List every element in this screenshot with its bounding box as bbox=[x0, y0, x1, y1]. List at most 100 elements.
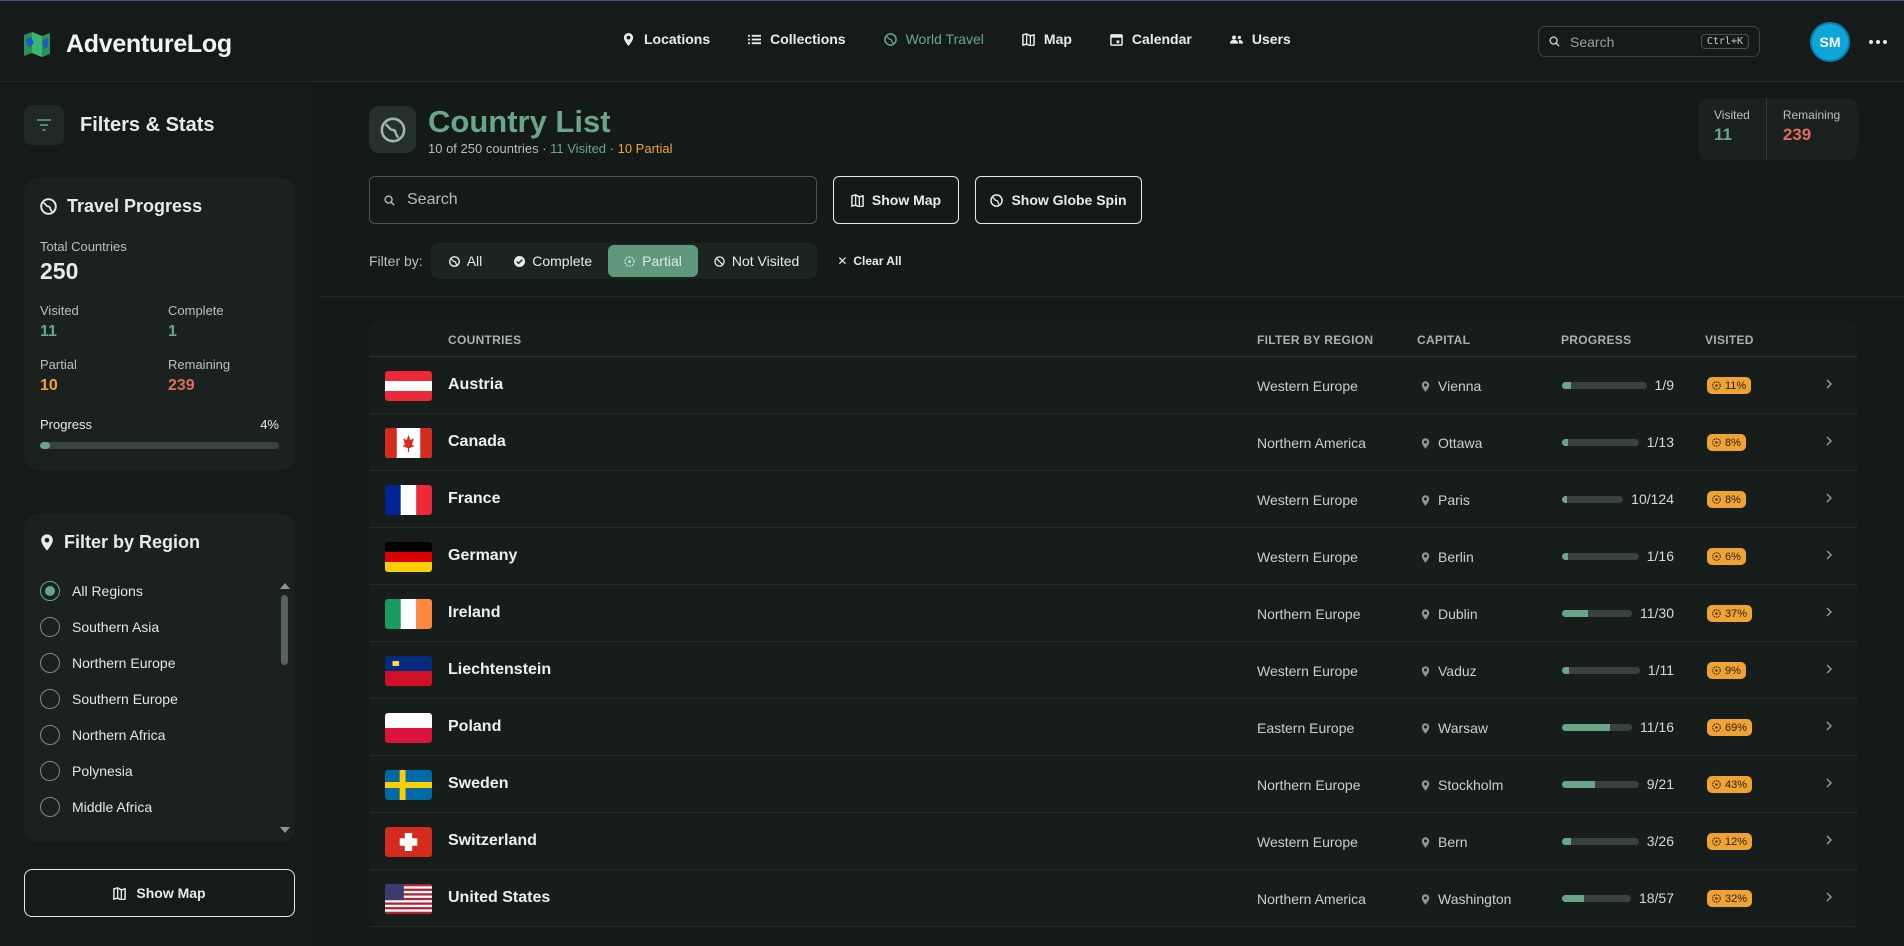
sidebar-show-map-button[interactable]: Show Map bbox=[24, 869, 295, 917]
radio-button[interactable] bbox=[40, 689, 60, 709]
show-map-button[interactable]: Show Map bbox=[833, 176, 959, 224]
nav-calendar[interactable]: Calendar bbox=[1110, 31, 1192, 47]
country-name[interactable]: Sweden bbox=[448, 775, 508, 793]
list-icon bbox=[748, 34, 762, 44]
radio-button[interactable] bbox=[40, 761, 60, 781]
column-header-capital[interactable]: CAPITAL bbox=[1417, 333, 1470, 347]
filter-not-visited-button[interactable]: Not Visited bbox=[698, 245, 815, 277]
column-header-countries[interactable]: COUNTRIES bbox=[448, 333, 521, 347]
overall-progress-bar bbox=[40, 442, 279, 449]
chevron-right-icon[interactable] bbox=[1825, 663, 1833, 675]
radio-button[interactable] bbox=[40, 581, 60, 601]
region-option-northern-africa[interactable]: Northern Africa bbox=[40, 717, 279, 753]
region-option-southern-asia[interactable]: Southern Asia bbox=[40, 609, 279, 645]
user-avatar[interactable]: SM bbox=[1810, 22, 1850, 62]
table-row[interactable]: United States Northern America Washington 1… bbox=[369, 870, 1857, 927]
country-name[interactable]: United States bbox=[448, 889, 550, 907]
country-name[interactable]: Germany bbox=[448, 547, 517, 565]
calendar-icon bbox=[1110, 33, 1123, 46]
nav-world-travel[interactable]: World Travel bbox=[883, 31, 984, 47]
flag-germany bbox=[385, 542, 432, 572]
nav-users[interactable]: Users bbox=[1229, 31, 1291, 47]
progress-row: Progress 4% bbox=[40, 417, 279, 432]
region-option-middle-africa[interactable]: Middle Africa bbox=[40, 789, 279, 825]
clear-all-button[interactable]: ✕ Clear All bbox=[837, 254, 901, 268]
region-option-northern-europe[interactable]: Northern Europe bbox=[40, 645, 279, 681]
table-row[interactable]: Switzerland Western Europe Bern 3/26 12% bbox=[369, 813, 1857, 870]
filter-toggle-button[interactable] bbox=[24, 105, 64, 145]
chevron-right-icon[interactable] bbox=[1825, 777, 1833, 789]
progress-bar bbox=[1562, 894, 1631, 902]
show-globe-spin-button[interactable]: Show Globe Spin bbox=[975, 176, 1142, 224]
country-name[interactable]: Canada bbox=[448, 433, 506, 451]
country-capital: Stockholm bbox=[1421, 777, 1503, 793]
nav-map[interactable]: Map bbox=[1022, 31, 1072, 47]
region-option-polynesia[interactable]: Polynesia bbox=[40, 753, 279, 789]
country-name[interactable]: Poland bbox=[448, 718, 501, 736]
progress-count: 1/11 bbox=[1647, 662, 1674, 678]
chevron-right-icon[interactable] bbox=[1825, 435, 1833, 447]
scroll-up-arrow-icon[interactable] bbox=[280, 583, 290, 589]
chevron-right-icon[interactable] bbox=[1825, 549, 1833, 561]
flag-sweden bbox=[385, 770, 432, 800]
country-name[interactable]: France bbox=[448, 490, 500, 508]
table-row[interactable]: Poland Eastern Europe Warsaw 11/16 69% bbox=[369, 699, 1857, 756]
progress-count: 11/16 bbox=[1640, 719, 1674, 735]
country-region: Eastern Europe bbox=[1257, 720, 1355, 736]
table-row[interactable]: France Western Europe Paris 10/124 8% bbox=[369, 471, 1857, 528]
progress-count: 1/16 bbox=[1646, 548, 1674, 564]
table-row[interactable]: Austria Western Europe Vienna 1/9 11% bbox=[369, 357, 1857, 414]
nav-collections[interactable]: Collections bbox=[748, 31, 846, 47]
filter-all-button[interactable]: All bbox=[433, 245, 499, 277]
country-region: Western Europe bbox=[1257, 378, 1358, 394]
chevron-right-icon[interactable] bbox=[1825, 492, 1833, 504]
more-menu-button[interactable] bbox=[1864, 29, 1892, 55]
region-scrollbar[interactable] bbox=[280, 583, 290, 833]
table-row[interactable]: Ireland Northern Europe Dublin 11/30 37% bbox=[369, 585, 1857, 642]
progress-bar bbox=[1562, 438, 1639, 446]
chevron-right-icon[interactable] bbox=[1825, 378, 1833, 390]
chevron-right-icon[interactable] bbox=[1825, 720, 1833, 732]
radio-button[interactable] bbox=[40, 617, 60, 637]
filter-complete-button[interactable]: Complete bbox=[498, 245, 608, 277]
table-row[interactable]: Canada Northern America Ottawa 1/13 8% bbox=[369, 414, 1857, 471]
page-subtitle: 10 of 250 countries · 11 Visited · 10 Pa… bbox=[428, 141, 673, 156]
scroll-down-arrow-icon[interactable] bbox=[280, 827, 290, 833]
flag-france bbox=[385, 485, 432, 515]
partial-circle-icon bbox=[1712, 609, 1721, 618]
country-search-input[interactable]: Search bbox=[369, 176, 817, 224]
country-name[interactable]: Ireland bbox=[448, 604, 500, 622]
adventurelog-logo-icon bbox=[24, 32, 50, 57]
table-row[interactable]: Sweden Northern Europe Stockholm 9/21 43% bbox=[369, 756, 1857, 813]
nav-locations[interactable]: Locations bbox=[622, 31, 710, 47]
radio-button[interactable] bbox=[40, 725, 60, 745]
visited-percent-badge: 11% bbox=[1707, 377, 1752, 394]
column-header-visited[interactable]: VISITED bbox=[1705, 333, 1754, 347]
travel-progress-card: Travel Progress Total Countries 250 Visi… bbox=[24, 178, 295, 470]
chevron-right-icon[interactable] bbox=[1825, 891, 1833, 903]
table-row[interactable]: Liechtenstein Western Europe Vaduz 1/11 9% bbox=[369, 642, 1857, 699]
page-globe-badge bbox=[369, 106, 416, 153]
progress-count: 18/57 bbox=[1638, 890, 1674, 906]
brand[interactable]: AdventureLog bbox=[22, 29, 232, 59]
radio-button[interactable] bbox=[40, 653, 60, 673]
radio-button[interactable] bbox=[40, 797, 60, 817]
filter-lines-icon bbox=[37, 119, 51, 131]
chevron-right-icon[interactable] bbox=[1825, 834, 1833, 846]
filter-partial-button[interactable]: Partial bbox=[608, 245, 698, 277]
summary-stats: Visited 11 Remaining 239 bbox=[1698, 98, 1858, 160]
country-name[interactable]: Switzerland bbox=[448, 832, 537, 850]
country-name[interactable]: Liechtenstein bbox=[448, 661, 551, 679]
region-option-all-regions[interactable]: All Regions bbox=[40, 573, 279, 609]
chevron-right-icon[interactable] bbox=[1825, 606, 1833, 618]
global-search-input[interactable]: Search Ctrl+K bbox=[1538, 26, 1760, 57]
flag-liechtenstein bbox=[385, 656, 432, 686]
country-name[interactable]: Austria bbox=[448, 376, 503, 394]
column-header-progress[interactable]: PROGRESS bbox=[1561, 333, 1631, 347]
table-row[interactable]: Germany Western Europe Berlin 1/16 6% bbox=[369, 528, 1857, 585]
filters-header: Filters & Stats bbox=[24, 105, 214, 145]
column-header-region[interactable]: FILTER BY REGION bbox=[1257, 333, 1373, 347]
scrollbar-thumb[interactable] bbox=[281, 595, 288, 665]
region-option-southern-europe[interactable]: Southern Europe bbox=[40, 681, 279, 717]
partial-circle-icon bbox=[1712, 495, 1721, 504]
